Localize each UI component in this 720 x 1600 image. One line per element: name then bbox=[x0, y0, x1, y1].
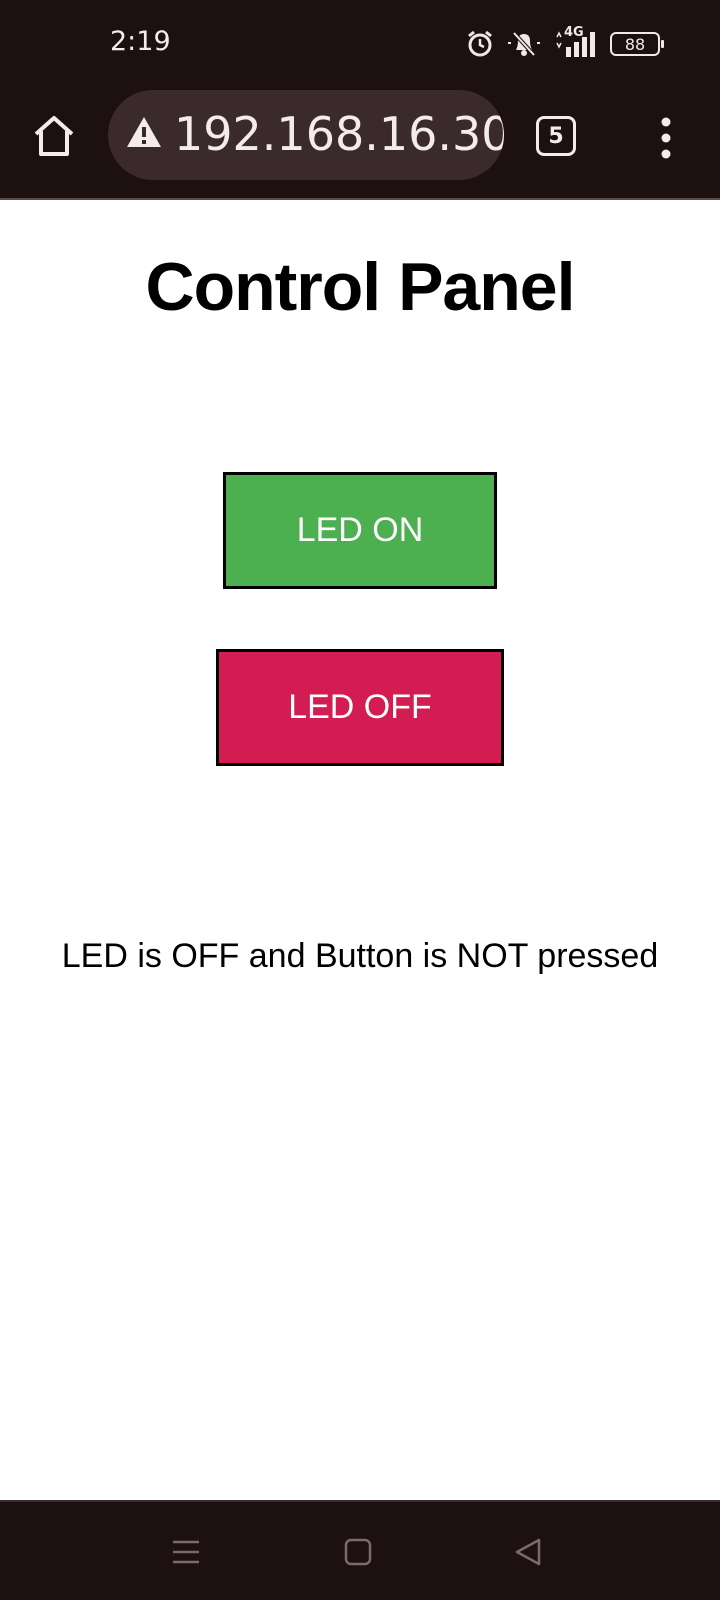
url-text[interactable]: 192.168.16.30 bbox=[174, 108, 504, 160]
android-screen: 2:19 4G 88 192.168.16.30 5 Control Panel… bbox=[0, 0, 720, 1600]
alarm-icon bbox=[466, 30, 494, 58]
signal-4g-icon: 4G bbox=[554, 25, 598, 59]
led-status-message: LED is OFF and Button is NOT pressed bbox=[61, 937, 659, 975]
status-icons: 4G 88 bbox=[466, 25, 664, 62]
warning-icon[interactable] bbox=[126, 115, 162, 149]
address-bar[interactable]: 192.168.16.30 bbox=[108, 90, 504, 180]
status-time: 2:19 bbox=[110, 26, 171, 57]
status-bar: 2:19 4G 88 bbox=[0, 0, 720, 88]
bell-muted-icon bbox=[506, 30, 542, 58]
tab-count: 5 bbox=[548, 123, 564, 149]
home-nav-icon[interactable] bbox=[342, 1536, 374, 1568]
battery-level: 88 bbox=[624, 34, 646, 54]
led-on-button[interactable]: LED ON bbox=[223, 472, 497, 589]
navigation-bar bbox=[0, 1500, 720, 1600]
network-type-label: 4G bbox=[564, 25, 584, 40]
home-icon[interactable] bbox=[30, 112, 78, 160]
page-title: Control Panel bbox=[145, 249, 575, 325]
more-menu-icon[interactable] bbox=[652, 116, 680, 160]
browser-toolbar: 192.168.16.30 5 bbox=[0, 88, 720, 198]
back-icon[interactable] bbox=[512, 1536, 544, 1568]
led-off-button[interactable]: LED OFF bbox=[216, 649, 504, 766]
recent-apps-icon[interactable] bbox=[170, 1536, 202, 1568]
tabs-icon[interactable]: 5 bbox=[536, 116, 576, 156]
battery-icon: 88 bbox=[610, 32, 664, 56]
toolbar-divider bbox=[0, 198, 720, 200]
